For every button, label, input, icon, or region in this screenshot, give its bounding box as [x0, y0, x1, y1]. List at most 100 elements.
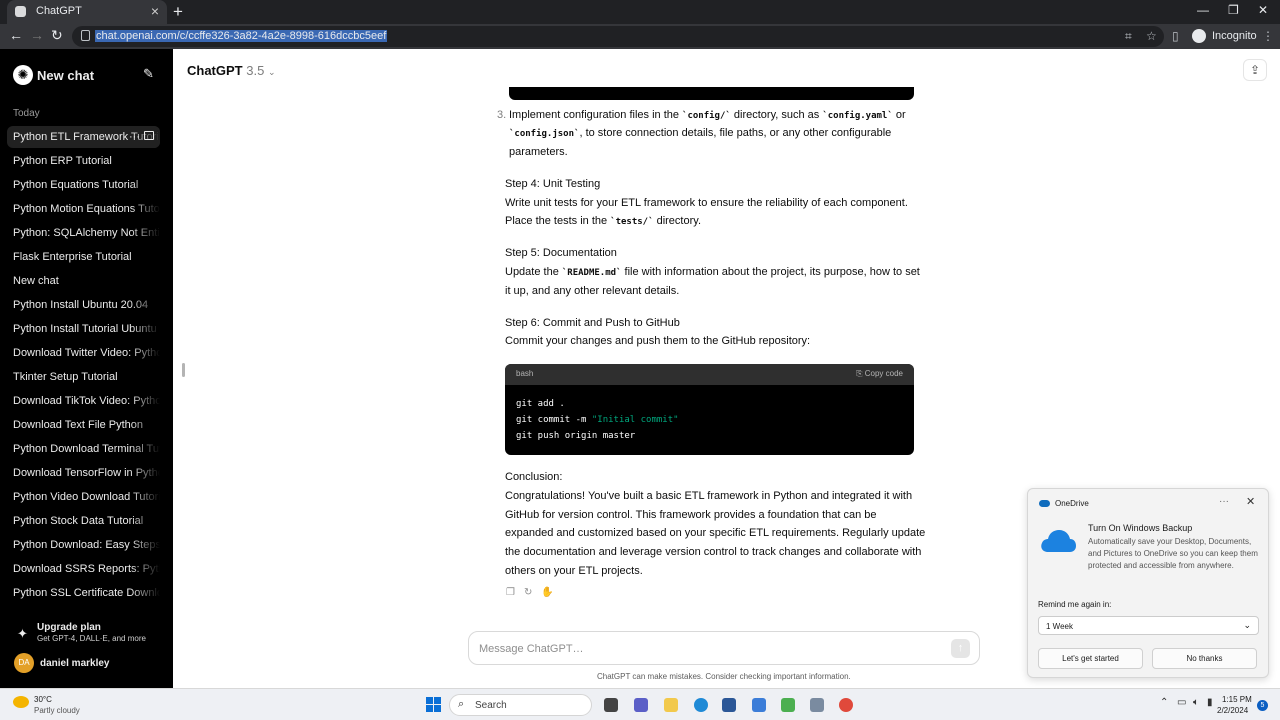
clock-time[interactable]: 1:15 PM	[1222, 695, 1252, 704]
store-icon[interactable]	[722, 698, 736, 712]
text-fade	[130, 222, 160, 244]
avatar[interactable]: DA	[14, 653, 34, 673]
sidebar-history-item[interactable]: Python Video Download Tutorial	[7, 486, 160, 508]
sidebar-history-item[interactable]: Download TensorFlow in Python	[7, 462, 160, 484]
onedrive-notification: OneDrive ··· ✕ Turn On Windows Backup Au…	[1027, 488, 1269, 678]
file-explorer-icon[interactable]	[664, 698, 678, 712]
browser-menu-icon[interactable]: ⋮	[1262, 29, 1274, 43]
sidebar-history-item[interactable]: New chat	[7, 270, 160, 292]
tray-chevron-icon[interactable]: ⌃	[1160, 697, 1168, 708]
send-icon[interactable]: ↑	[951, 639, 970, 658]
regenerate-icon[interactable]: ↻	[524, 587, 532, 598]
sidebar-history-item[interactable]: Python ETL Framework Tutorial ···	[7, 126, 160, 148]
taskbar-search[interactable]: ⌕ Search	[449, 694, 592, 716]
no-thanks-button[interactable]: No thanks	[1152, 648, 1257, 669]
text-fade	[130, 174, 160, 196]
reload-icon[interactable]: ↻	[51, 27, 63, 44]
clock-date[interactable]: 2/2/2024	[1217, 706, 1248, 715]
new-chat-button[interactable]: New chat	[37, 68, 94, 83]
upgrade-plan-subtitle: Get GPT-4, DALL·E, and more	[37, 634, 146, 643]
lets-get-started-button[interactable]: Let's get started	[1038, 648, 1143, 669]
sidebar-item-label: Flask Enterprise Tutorial	[13, 251, 132, 263]
text-fade	[130, 342, 160, 364]
restore-icon[interactable]: ❐	[1228, 3, 1239, 17]
edge-icon[interactable]	[694, 698, 708, 712]
site-info-icon[interactable]	[81, 30, 90, 41]
user-name[interactable]: daniel markley	[40, 658, 109, 669]
back-icon[interactable]: ←	[9, 27, 23, 43]
app-icon[interactable]	[781, 698, 795, 712]
battery-icon[interactable]: ▮	[1207, 697, 1213, 708]
url-text[interactable]: chat.openai.com/c/ccffe326-3a82-4a2e-899…	[95, 30, 388, 42]
windows-start-icon[interactable]	[426, 697, 441, 712]
history-section-today: Today	[13, 108, 40, 119]
copy-code-button[interactable]: ⎘ Copy code	[856, 369, 903, 379]
browser-tab[interactable]: ChatGPT ×	[7, 0, 167, 24]
message-input[interactable]	[479, 640, 919, 658]
openai-logo-icon[interactable]: ✺	[13, 65, 33, 85]
forward-icon[interactable]: →	[30, 27, 44, 43]
sidebar-history-item[interactable]: Download Text File Python	[7, 414, 160, 436]
share-icon[interactable]: ⇪	[1243, 59, 1267, 81]
archive-icon[interactable]	[144, 131, 154, 140]
weather-desc[interactable]: Partly cloudy	[34, 706, 80, 715]
upgrade-plan-button[interactable]: Upgrade plan	[37, 622, 101, 633]
minimize-icon[interactable]: —	[1197, 3, 1209, 17]
task-view-icon[interactable]	[604, 698, 618, 712]
thumbs-down-icon[interactable]: ✋	[541, 587, 553, 598]
weather-temp[interactable]: 30°C	[34, 695, 52, 704]
speaker-icon[interactable]: 🔈︎	[1193, 697, 1199, 708]
text-fade	[130, 486, 160, 508]
step4-line1: Write unit tests for your ETL framework …	[505, 197, 908, 209]
app-icon[interactable]	[810, 698, 824, 712]
sidebar-history-item[interactable]: Python Motion Equations Tutorial	[7, 198, 160, 220]
sidebar-history-item[interactable]: Python ERP Tutorial	[7, 150, 160, 172]
sidebar-history-item[interactable]: Python Install Ubuntu 20.04	[7, 294, 160, 316]
sidebar-resize-handle[interactable]	[182, 363, 185, 377]
weather-icon[interactable]	[13, 696, 29, 708]
bookmark-star-icon[interactable]: ☆	[1146, 29, 1157, 43]
incognito-avatar-icon[interactable]	[1192, 29, 1206, 43]
more-options-icon[interactable]: ···	[129, 126, 140, 148]
sidebar-history-item[interactable]: Python: SQLAlchemy Not Entity	[7, 222, 160, 244]
list-number: 3.	[497, 109, 507, 121]
sidebar-history-item[interactable]: Python SSL Certificate Download	[7, 582, 160, 604]
edit-icon[interactable]: ✎	[143, 66, 154, 82]
sidebar-history-item[interactable]: Python Download: Easy Steps	[7, 534, 160, 556]
new-tab-icon[interactable]: +	[173, 2, 183, 22]
notification-badge[interactable]: 5	[1257, 700, 1268, 711]
tab-close-icon[interactable]: ×	[151, 3, 159, 19]
sidebar-history-item[interactable]: Python Download Terminal Tutorial	[7, 438, 160, 460]
sidebar-history-item[interactable]: Download TikTok Video: Python	[7, 390, 160, 412]
text-fade	[130, 318, 160, 340]
sidebar-history-item[interactable]: Python Install Tutorial Ubuntu	[7, 318, 160, 340]
model-selector[interactable]: ChatGPT 3.5 ⌄	[187, 63, 276, 78]
sidebar-history-item[interactable]: Python Equations Tutorial	[7, 174, 160, 196]
text-fade	[130, 198, 160, 220]
network-icon[interactable]: ▭	[1177, 697, 1186, 708]
side-panel-icon[interactable]: ▯	[1172, 29, 1179, 43]
sidebar-history-item[interactable]: Download Twitter Video: Python	[7, 342, 160, 364]
windows-taskbar: 30°C Partly cloudy ⌕ Search ⌃ ▭ 🔈︎ ▮ 1:1…	[0, 688, 1280, 720]
sidebar-item-label: Download Text File Python	[13, 419, 144, 431]
sparkle-icon: ✦	[17, 626, 28, 641]
teams-icon[interactable]	[634, 698, 648, 712]
code-line: git push origin master	[516, 431, 636, 441]
more-options-icon[interactable]: ···	[1219, 496, 1229, 507]
chrome-icon[interactable]	[839, 698, 853, 712]
sidebar-history-item[interactable]: Flask Enterprise Tutorial	[7, 246, 160, 268]
remind-select[interactable]: 1 Week ⌄	[1038, 616, 1259, 635]
copy-icon[interactable]: ❐	[506, 587, 515, 598]
search-label: Search	[475, 700, 507, 711]
window-close-icon[interactable]: ✕	[1258, 3, 1268, 17]
step4-line2: Place the tests in the `tests/` director…	[505, 215, 702, 227]
vscode-icon[interactable]	[752, 698, 766, 712]
sidebar-history-item[interactable]: Python Stock Data Tutorial	[7, 510, 160, 532]
sidebar-history-item[interactable]: Download SSRS Reports: Python	[7, 558, 160, 580]
step5-line2: it up, and any other relevant details.	[505, 285, 680, 297]
address-bar[interactable]: chat.openai.com/c/ccffe326-3a82-4a2e-899…	[72, 26, 1164, 47]
incognito-label[interactable]: Incognito	[1212, 30, 1257, 42]
sidebar-history-item[interactable]: Tkinter Setup Tutorial	[7, 366, 160, 388]
browser-toolbar: ← → ↻ chat.openai.com/c/ccffe326-3a82-4a…	[0, 24, 1280, 49]
close-icon[interactable]: ✕	[1246, 495, 1255, 508]
